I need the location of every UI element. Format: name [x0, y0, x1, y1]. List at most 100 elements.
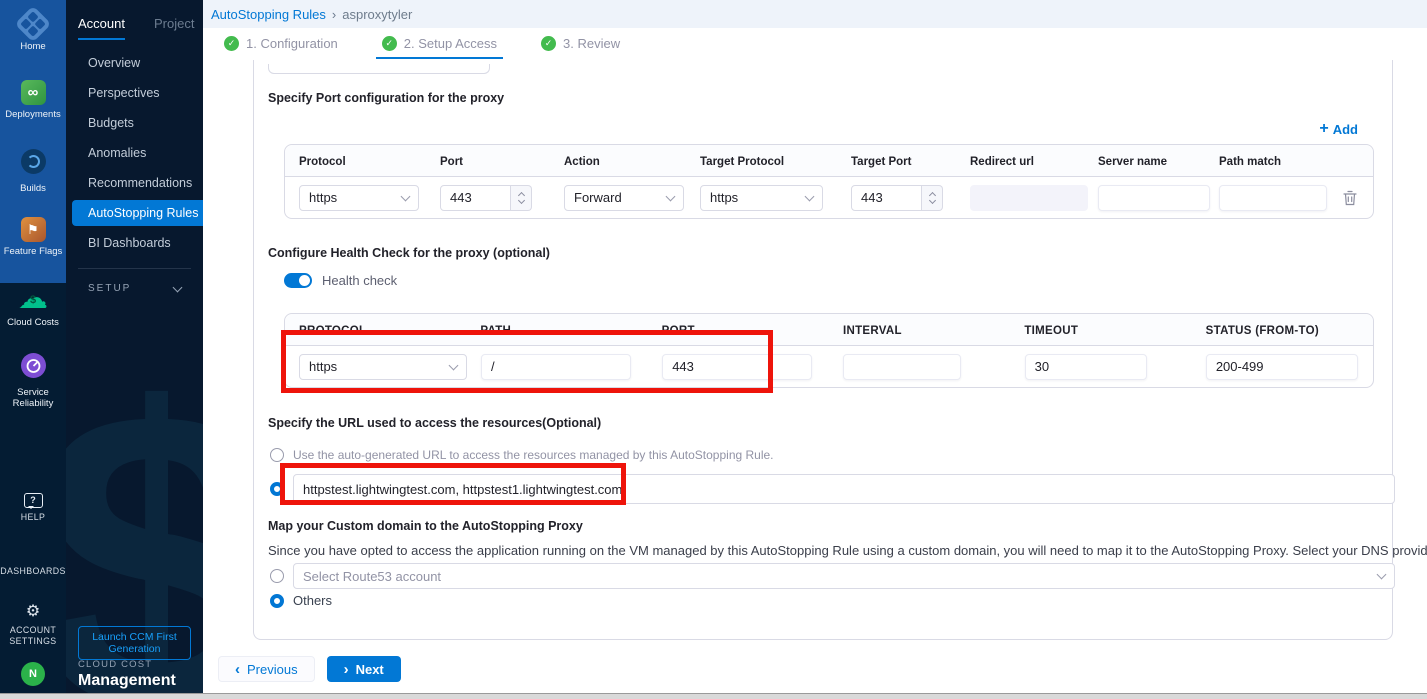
harness-home-icon: [20, 8, 46, 37]
target-port-stepper[interactable]: [851, 185, 956, 211]
step-review[interactable]: ✓ 3. Review: [535, 28, 626, 59]
rail-item-cloud-costs[interactable]: ☁$ Cloud Costs: [0, 287, 66, 328]
user-avatar[interactable]: N: [0, 662, 66, 686]
launch-ccm-first-gen-button[interactable]: Launch CCM First Generation: [78, 626, 191, 660]
chevron-right-icon: ›: [344, 662, 349, 677]
sidebar-menu: Overview Perspectives Budgets Anomalies …: [66, 48, 203, 258]
main-content: AutoStopping Rules › asproxytyler ✓ 1. C…: [203, 0, 1427, 699]
rail-item-account-settings[interactable]: ⚙ ACCOUNT SETTINGS: [0, 603, 66, 647]
next-label: Next: [356, 662, 384, 677]
dashboards-icon: [0, 546, 66, 562]
hc-port-input[interactable]: [662, 354, 812, 380]
health-check-table: PROTOCOL PATH PORT INTERVAL TIMEOUT STAT…: [284, 313, 1374, 388]
rail-item-service-reliability[interactable]: Service Reliability: [0, 353, 66, 409]
cloud-costs-icon: ☁$: [16, 287, 50, 311]
redirect-url-input[interactable]: [970, 185, 1088, 211]
health-check-title: Configure Health Check for the proxy (op…: [268, 246, 550, 260]
port-table-header: Protocol Port Action Target Protocol Tar…: [285, 145, 1373, 177]
sidebar-item-overview[interactable]: Overview: [66, 48, 203, 78]
auto-url-radio[interactable]: [270, 448, 284, 462]
breadcrumb: AutoStopping Rules › asproxytyler: [203, 0, 1427, 28]
custom-domain-description: Since you have opted to access the appli…: [268, 543, 1427, 558]
sidebar-item-recommendations[interactable]: Recommendations: [66, 168, 203, 198]
step-label: 1. Configuration: [246, 36, 338, 51]
chevron-down-icon: [401, 191, 411, 201]
sidebar-item-budgets[interactable]: Budgets: [66, 108, 203, 138]
rail-item-feature-flags[interactable]: ⚑ Feature Flags: [0, 217, 66, 257]
col-port: Port: [440, 156, 463, 168]
others-radio[interactable]: [270, 594, 284, 608]
target-protocol-select[interactable]: https: [700, 185, 823, 211]
breadcrumb-current: asproxytyler: [342, 7, 412, 22]
rail-item-deployments[interactable]: ∞ Deployments: [0, 80, 66, 120]
rail-label: Builds: [0, 183, 66, 194]
stepper-arrows-icon[interactable]: [922, 185, 943, 211]
server-name-input[interactable]: [1098, 185, 1210, 211]
col-hc-port: PORT: [662, 325, 695, 337]
port-input[interactable]: [440, 185, 511, 211]
route53-option-row: Select Route53 account: [270, 563, 1395, 589]
delete-row-button[interactable]: [1343, 190, 1357, 206]
next-button[interactable]: › Next: [327, 656, 401, 682]
app-window: Home ∞ Deployments Builds ⚑ Feature Flag…: [0, 0, 1427, 699]
route53-placeholder: Select Route53 account: [303, 569, 441, 584]
sidebar-item-perspectives[interactable]: Perspectives: [66, 78, 203, 108]
route53-radio[interactable]: [270, 569, 284, 583]
step-configuration[interactable]: ✓ 1. Configuration: [218, 28, 344, 59]
breadcrumb-separator-icon: ›: [332, 7, 336, 22]
sidebar-item-autostopping-rules[interactable]: AutoStopping Rules: [72, 200, 203, 226]
check-icon: ✓: [382, 36, 397, 51]
rail-item-home[interactable]: Home: [0, 8, 66, 52]
previous-button[interactable]: ‹ Previous: [218, 656, 315, 682]
health-check-toggle[interactable]: [284, 273, 312, 288]
deployments-icon: ∞: [21, 80, 46, 105]
sidebar-setup-group[interactable]: SETUP: [66, 277, 203, 294]
product-brand: CLOUD COST Management: [78, 659, 176, 690]
hc-status-input[interactable]: [1206, 354, 1358, 380]
custom-url-input[interactable]: [293, 474, 1395, 504]
protocol-select[interactable]: https: [299, 185, 419, 211]
sidebar-item-bi-dashboards[interactable]: BI Dashboards: [66, 228, 203, 258]
path-match-input[interactable]: [1219, 185, 1327, 211]
add-port-row-button[interactable]: + Add: [1319, 120, 1358, 138]
route53-account-select[interactable]: Select Route53 account: [293, 563, 1395, 589]
stepper-arrows-icon[interactable]: [511, 185, 532, 211]
tab-project[interactable]: Project: [154, 16, 194, 40]
port-stepper[interactable]: [440, 185, 550, 211]
col-action: Action: [564, 156, 600, 168]
check-icon: ✓: [541, 36, 556, 51]
col-protocol: Protocol: [299, 156, 346, 168]
rail-item-dashboards[interactable]: DASHBOARDS: [0, 546, 66, 577]
hc-timeout-input[interactable]: [1025, 354, 1147, 380]
protocol-value: https: [309, 190, 337, 205]
rail-item-help[interactable]: ? HELP: [0, 490, 66, 523]
col-hc-protocol: PROTOCOL: [299, 325, 366, 337]
rail-label: Cloud Costs: [0, 317, 66, 328]
previous-label: Previous: [247, 662, 298, 677]
hc-interval-input[interactable]: [843, 354, 961, 380]
action-select[interactable]: Forward: [564, 185, 684, 211]
rail-label: Service Reliability: [0, 387, 66, 409]
sidebar-item-anomalies[interactable]: Anomalies: [66, 138, 203, 168]
rail-label: Feature Flags: [0, 246, 66, 257]
auto-url-option-label: Use the auto-generated URL to access the…: [293, 448, 774, 462]
hc-path-input[interactable]: [481, 354, 631, 380]
hc-protocol-select[interactable]: https: [299, 354, 467, 380]
module-rail: Home ∞ Deployments Builds ⚑ Feature Flag…: [0, 0, 66, 699]
col-target-port: Target Port: [851, 156, 912, 168]
target-port-input[interactable]: [851, 185, 922, 211]
plus-icon: +: [1319, 120, 1328, 138]
hc-protocol-value: https: [309, 359, 337, 374]
col-redirect-url: Redirect url: [970, 156, 1034, 168]
product-eyebrow: CLOUD COST: [78, 659, 176, 670]
custom-url-radio[interactable]: [270, 482, 284, 496]
feature-flags-icon: ⚑: [21, 217, 46, 242]
tab-account[interactable]: Account: [78, 16, 125, 40]
breadcrumb-autostopping-link[interactable]: AutoStopping Rules: [211, 7, 326, 22]
rail-item-builds[interactable]: Builds: [0, 149, 66, 194]
rail-label: ACCOUNT SETTINGS: [0, 625, 66, 647]
col-server-name: Server name: [1098, 156, 1167, 168]
step-setup-access[interactable]: ✓ 2. Setup Access: [376, 28, 503, 59]
wizard-steps: ✓ 1. Configuration ✓ 2. Setup Access ✓ 3…: [203, 28, 1427, 60]
custom-domain-title: Map your Custom domain to the AutoStoppi…: [268, 519, 583, 533]
